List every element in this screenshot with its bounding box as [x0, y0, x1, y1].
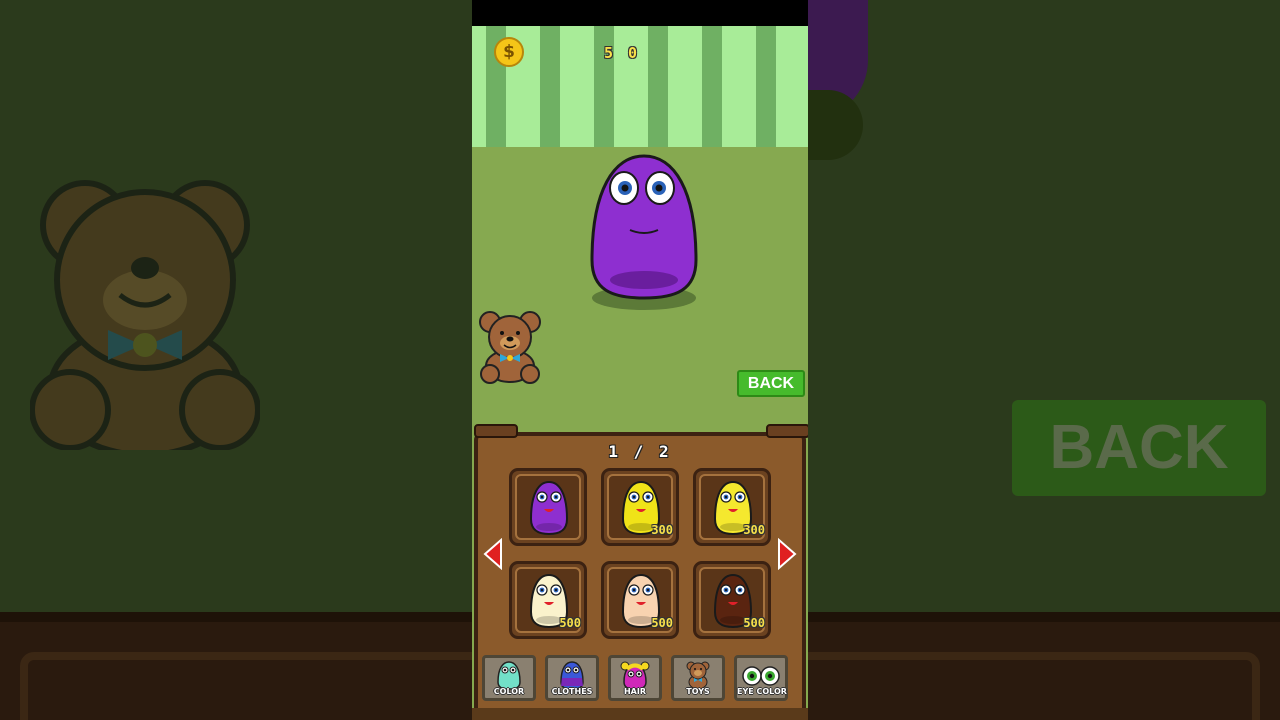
coins-counter: 5 0 — [603, 44, 641, 62]
shop-item-slot[interactable]: 500 — [601, 561, 679, 639]
tab-clothes[interactable]: CLOTHES — [545, 655, 599, 701]
shop-item-slot[interactable]: 500 — [693, 561, 771, 639]
shop-item-slot[interactable]: 300 — [693, 468, 771, 546]
tab-label: HAIR — [623, 687, 647, 696]
tab-label: COLOR — [493, 687, 525, 696]
tab-label: TOYS — [686, 687, 710, 696]
prev-page-arrow-icon[interactable] — [483, 538, 503, 570]
item-price: 500 — [651, 616, 673, 630]
eyes-icon — [742, 666, 780, 686]
tab-eye-color[interactable]: EYE COLOR — [734, 655, 788, 701]
page-indicator: 1 / 2 — [608, 442, 672, 461]
background-back-label: BACK — [1012, 400, 1266, 496]
tab-label: CLOTHES — [551, 687, 593, 696]
game-screen: $ 5 0 BACK 1 / 2 300 300 500 500 500 COL… — [472, 0, 808, 720]
tab-label: EYE COLOR — [737, 687, 787, 696]
tab-hair[interactable]: HAIR — [608, 655, 662, 701]
item-price: 300 — [651, 523, 673, 537]
teddy-bear-icon — [686, 661, 710, 690]
pet-mint-icon — [497, 661, 521, 690]
coin-icon: $ — [494, 37, 524, 67]
panel-cap-left — [474, 424, 518, 438]
item-price: 500 — [743, 616, 765, 630]
back-button[interactable]: BACK — [737, 370, 805, 397]
top-bar — [472, 0, 808, 26]
shop-item-slot[interactable] — [509, 468, 587, 546]
item-price: 500 — [559, 616, 581, 630]
tab-color[interactable]: COLOR — [482, 655, 536, 701]
pet-character[interactable] — [586, 150, 702, 315]
bottom-strip — [472, 708, 808, 720]
background-teddy-bear-icon — [30, 180, 260, 450]
teddy-bear-toy[interactable] — [478, 310, 542, 386]
pet-color-preview-icon — [529, 480, 569, 536]
next-page-arrow-icon[interactable] — [777, 538, 797, 570]
shop-item-slot[interactable]: 300 — [601, 468, 679, 546]
background-left — [0, 0, 472, 720]
shop-item-slot[interactable]: 500 — [509, 561, 587, 639]
item-price: 300 — [743, 523, 765, 537]
tab-toys[interactable]: TOYS — [671, 655, 725, 701]
background-right — [808, 0, 1280, 720]
panel-cap-right — [766, 424, 808, 438]
pet-hair-icon — [620, 661, 650, 690]
pet-clothes-icon — [560, 661, 584, 690]
coin-symbol: $ — [503, 42, 515, 62]
